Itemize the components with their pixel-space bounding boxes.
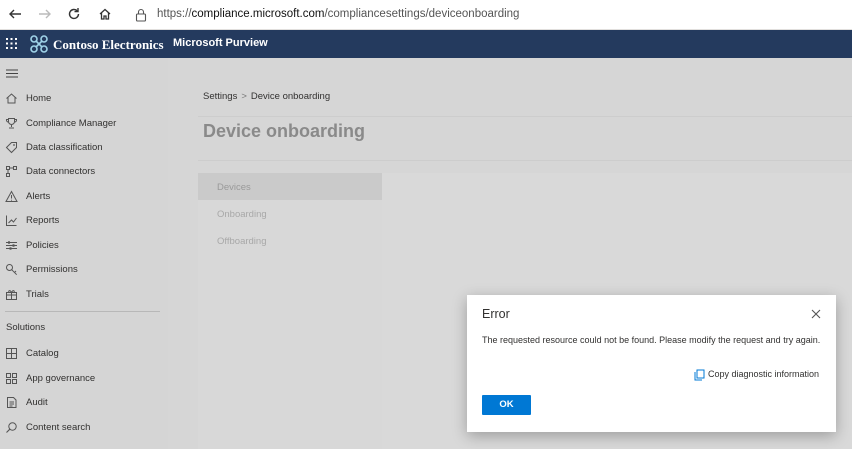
sidebar-item-trials[interactable]: Trials xyxy=(0,284,168,306)
trophy-icon xyxy=(5,118,18,129)
breadcrumb-separator: > xyxy=(241,91,247,102)
document-icon xyxy=(7,397,17,408)
left-navigation: Home Compliance Manager Data classificat… xyxy=(0,58,168,449)
back-arrow-icon xyxy=(9,9,21,19)
sidebar-item-label: Audit xyxy=(26,397,48,408)
browser-home-icon xyxy=(99,8,111,20)
sidebar-item-label: Compliance Manager xyxy=(26,118,117,129)
sidebar-item-label: Data classification xyxy=(26,142,103,153)
sidebar-item-label: Data connectors xyxy=(26,166,96,177)
home-icon xyxy=(6,93,17,104)
address-bar[interactable]: https://compliance.microsoft.com/complia… xyxy=(157,8,519,20)
app-name[interactable]: Microsoft Purview xyxy=(173,37,268,49)
sidebar-item-label: Trials xyxy=(26,289,49,300)
app-header: Contoso Electronics Microsoft Purview xyxy=(0,30,852,58)
refresh-button[interactable] xyxy=(64,5,84,25)
url-host: compliance.microsoft.com xyxy=(191,8,325,20)
sidebar-item-permissions[interactable]: Permissions xyxy=(0,259,168,281)
sidebar-item-label: Home xyxy=(26,93,52,104)
sidebar-item-label: Content search xyxy=(26,422,91,433)
org-name[interactable]: Contoso Electronics xyxy=(53,37,164,53)
ok-button[interactable]: OK xyxy=(482,395,531,415)
chart-icon xyxy=(6,215,17,226)
tab-onboarding[interactable]: Onboarding xyxy=(198,200,382,227)
copy-diagnostic-label: Copy diagnostic information xyxy=(708,369,820,379)
app-grid-icon xyxy=(6,373,17,384)
sidebar-item-alerts[interactable]: Alerts xyxy=(0,186,168,208)
key-icon xyxy=(6,264,18,276)
url-path: /compliancesettings/deviceonboarding xyxy=(324,8,520,20)
search-icon xyxy=(6,422,17,433)
dialog-message: The requested resource could not be foun… xyxy=(482,335,821,345)
breadcrumb: Settings > Device onboarding xyxy=(203,91,330,102)
sidebar-item-content-search[interactable]: Content search xyxy=(0,417,168,439)
sidebar-item-audit[interactable]: Audit xyxy=(0,392,168,414)
tag-icon xyxy=(5,142,17,154)
title-divider-top xyxy=(198,116,852,117)
sidebar-item-compliance-manager[interactable]: Compliance Manager xyxy=(0,113,168,135)
tab-offboarding[interactable]: Offboarding xyxy=(198,227,382,254)
sidebar-item-data-classification[interactable]: Data classification xyxy=(0,137,168,159)
page-title: Device onboarding xyxy=(203,121,366,141)
breadcrumb-settings-link[interactable]: Settings xyxy=(203,91,237,102)
hamburger-menu-icon[interactable] xyxy=(6,69,18,78)
solutions-section-title: Solutions xyxy=(6,322,46,333)
sidebar-item-label: Alerts xyxy=(26,191,51,202)
tab-label: Devices xyxy=(217,182,251,193)
gift-icon xyxy=(6,290,17,300)
sidebar-item-data-connectors[interactable]: Data connectors xyxy=(0,161,168,183)
tab-devices[interactable]: Devices xyxy=(198,173,382,200)
sidebar-item-label: Permissions xyxy=(26,264,78,275)
sidebar-item-catalog[interactable]: Catalog xyxy=(0,343,168,365)
sliders-icon xyxy=(6,241,17,250)
contoso-logo-icon xyxy=(30,35,48,53)
warning-icon xyxy=(5,190,18,202)
title-divider-bottom xyxy=(198,160,852,161)
dialog-title: Error xyxy=(482,307,510,321)
refresh-icon xyxy=(68,8,80,20)
sidebar-item-label: Reports xyxy=(26,215,60,226)
sidebar-item-reports[interactable]: Reports xyxy=(0,210,168,232)
close-icon[interactable] xyxy=(810,308,822,320)
forward-arrow-icon xyxy=(39,9,51,19)
url-prefix: https:// xyxy=(157,8,192,20)
settings-tab-list: Devices Onboarding Offboarding xyxy=(198,173,382,449)
sidebar-item-policies[interactable]: Policies xyxy=(0,235,168,257)
sidebar-item-app-governance[interactable]: App governance xyxy=(0,368,168,390)
copy-icon xyxy=(694,369,705,381)
tab-label: Offboarding xyxy=(217,236,267,247)
sidebar-divider xyxy=(5,311,160,312)
browser-toolbar: https://compliance.microsoft.com/complia… xyxy=(0,0,852,30)
sidebar-item-label: Policies xyxy=(26,240,59,251)
lock-icon xyxy=(135,8,147,22)
forward-button[interactable] xyxy=(35,5,55,25)
connector-icon xyxy=(6,166,17,177)
home-button[interactable] xyxy=(95,5,115,25)
sidebar-item-label: Catalog xyxy=(26,348,59,359)
sidebar-item-home[interactable]: Home xyxy=(0,88,168,110)
tab-label: Onboarding xyxy=(217,209,267,220)
error-dialog: Error The requested resource could not b… xyxy=(467,295,836,432)
app-launcher-icon[interactable] xyxy=(6,38,17,49)
grid-icon xyxy=(6,348,17,359)
back-button[interactable] xyxy=(5,5,25,25)
breadcrumb-current: Device onboarding xyxy=(250,91,331,102)
sidebar-item-label: App governance xyxy=(26,373,96,384)
